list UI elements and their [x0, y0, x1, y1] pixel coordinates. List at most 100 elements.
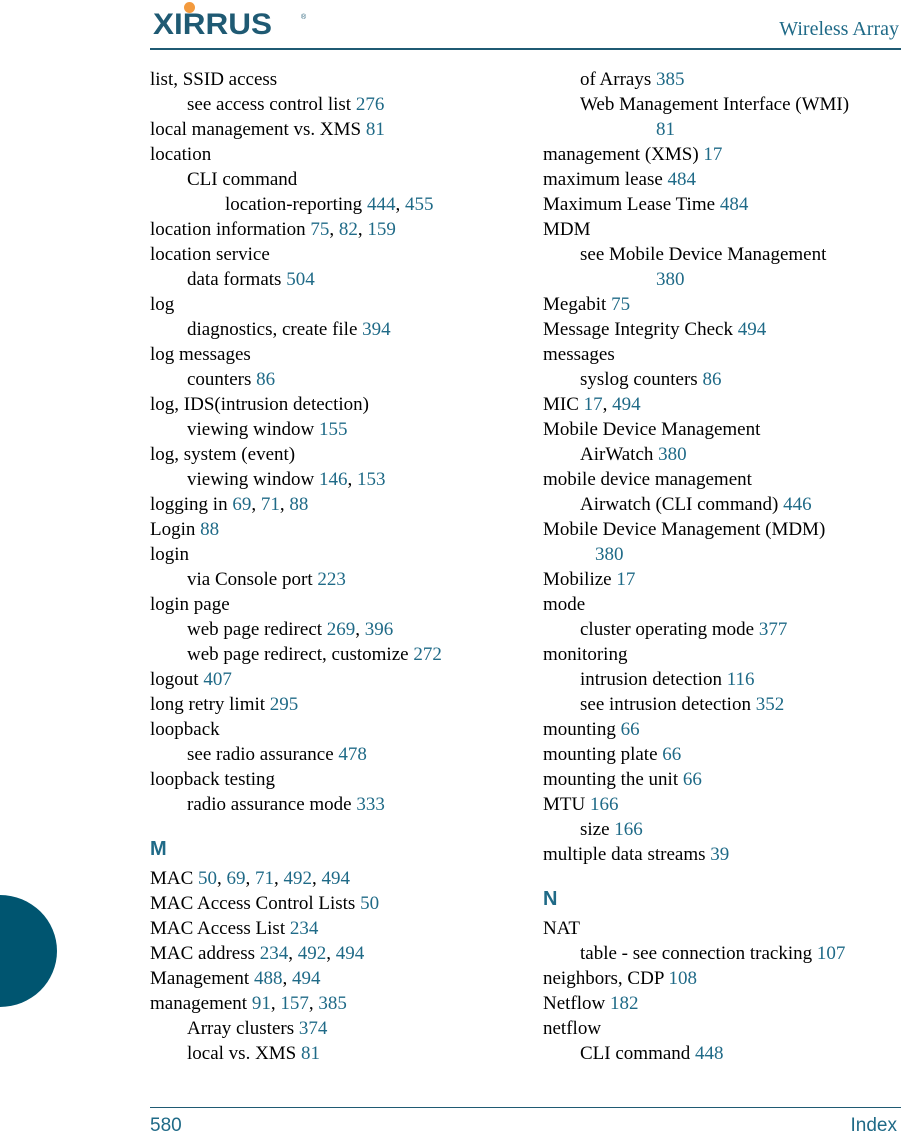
index-term: Mobile Device Management — [543, 419, 761, 440]
index-term: location-reporting — [225, 194, 363, 215]
page-reference-link[interactable]: 478 — [338, 744, 367, 765]
page-reference-link[interactable]: 39 — [710, 844, 729, 865]
page-reference-link[interactable]: 157 — [280, 993, 309, 1014]
page-reference-link[interactable]: 484 — [668, 169, 697, 190]
page-reference-link[interactable]: 17 — [616, 569, 635, 590]
page-reference-link[interactable]: 155 — [319, 419, 348, 440]
page-reference-link[interactable]: 380 — [595, 544, 624, 565]
page-reference-link[interactable]: 223 — [317, 569, 346, 590]
page-reference-link[interactable]: 492 — [298, 943, 327, 964]
page-reference-link[interactable]: 66 — [683, 769, 702, 790]
index-entry: mode — [543, 592, 900, 617]
page-reference-link[interactable]: 448 — [695, 1043, 724, 1064]
page-reference-link[interactable]: 446 — [783, 494, 812, 515]
logo-registered-mark: ® — [301, 14, 307, 21]
index-entry: MTU 166 — [543, 792, 900, 817]
index-term: local management vs. XMS — [150, 119, 362, 140]
index-entry: log, system (event) — [150, 442, 510, 467]
index-entry: see access control list 276 — [150, 92, 510, 117]
page-reference-link[interactable]: 377 — [759, 619, 788, 640]
index-entry: log — [150, 292, 510, 317]
page-reference-link[interactable]: 182 — [610, 993, 639, 1014]
page-reference-link[interactable]: 380 — [658, 444, 687, 465]
page-reference-link[interactable]: 394 — [362, 319, 391, 340]
index-term: login — [150, 544, 190, 565]
index-term: location information — [150, 219, 306, 240]
page-reference-link[interactable]: 50 — [198, 868, 217, 889]
page-reference-link[interactable]: 380 — [656, 269, 685, 290]
page-reference-link[interactable]: 407 — [203, 669, 232, 690]
page-reference-link[interactable]: 494 — [336, 943, 365, 964]
page-reference-link[interactable]: 69 — [227, 868, 246, 889]
index-entry: AirWatch 380 — [543, 442, 900, 467]
index-term: location — [150, 144, 212, 165]
page-reference-link[interactable]: 17 — [703, 144, 722, 165]
index-term: netflow — [543, 1018, 602, 1039]
page-reference-link[interactable]: 50 — [360, 893, 379, 914]
page-reference-link[interactable]: 494 — [292, 968, 321, 989]
page-reference-link[interactable]: 269 — [327, 619, 356, 640]
page-reference-link[interactable]: 295 — [270, 694, 299, 715]
page-reference-link[interactable]: 492 — [284, 868, 313, 889]
page-reference-link[interactable]: 455 — [405, 194, 434, 215]
page-reference-link[interactable]: 75 — [310, 219, 329, 240]
index-term: location service — [150, 244, 270, 265]
page-reference-link[interactable]: 385 — [656, 69, 685, 90]
page-reference-link[interactable]: 385 — [318, 993, 347, 1014]
index-entry: Array clusters 374 — [150, 1016, 510, 1041]
page-reference-link[interactable]: 153 — [357, 469, 386, 490]
page-reference-link[interactable]: 159 — [367, 219, 396, 240]
page-reference-link[interactable]: 234 — [290, 918, 319, 939]
page-reference-link[interactable]: 81 — [656, 119, 675, 140]
page-reference-link[interactable]: 494 — [612, 394, 641, 415]
page-reference-link[interactable]: 71 — [255, 868, 274, 889]
page-reference-link[interactable]: 71 — [261, 494, 280, 515]
page-reference-link[interactable]: 81 — [301, 1043, 320, 1064]
page-reference-link[interactable]: 116 — [727, 669, 755, 690]
page-reference-link[interactable]: 504 — [286, 269, 315, 290]
page-reference-link[interactable]: 88 — [289, 494, 308, 515]
page-reference-link[interactable]: 166 — [590, 794, 619, 815]
page-reference-link[interactable]: 484 — [720, 194, 749, 215]
page-reference-link[interactable]: 81 — [366, 119, 385, 140]
page-reference-link[interactable]: 333 — [356, 794, 385, 815]
index-entry: MDM — [543, 217, 900, 242]
page-reference-link[interactable]: 494 — [322, 868, 351, 889]
page-reference-link[interactable]: 166 — [614, 819, 643, 840]
page-reference-link[interactable]: 374 — [299, 1018, 328, 1039]
page-reference-link[interactable]: 69 — [232, 494, 251, 515]
page-reference-link[interactable]: 272 — [413, 644, 442, 665]
page-reference-link[interactable]: 82 — [339, 219, 358, 240]
page-reference-link[interactable]: 17 — [584, 394, 603, 415]
page-reference-link[interactable]: 75 — [611, 294, 630, 315]
index-term: loopback — [150, 719, 220, 740]
page-reference-link[interactable]: 494 — [738, 319, 767, 340]
page-reference-link[interactable]: 234 — [260, 943, 289, 964]
page-reference-link[interactable]: 488 — [254, 968, 283, 989]
index-entry: Maximum Lease Time 484 — [543, 192, 900, 217]
page-reference-link[interactable]: 86 — [256, 369, 275, 390]
index-entry: mounting the unit 66 — [543, 767, 900, 792]
page-reference-link[interactable]: 276 — [356, 94, 385, 115]
page-reference-link[interactable]: 86 — [702, 369, 721, 390]
page-reference-link[interactable]: 66 — [621, 719, 640, 740]
page-reference-link[interactable]: 444 — [367, 194, 396, 215]
index-term: diagnostics, create file — [187, 319, 358, 340]
index-entry: see Mobile Device Management 380 — [543, 242, 900, 292]
index-entry: local management vs. XMS 81 — [150, 117, 510, 142]
index-entry: local vs. XMS 81 — [150, 1041, 510, 1066]
page-reference-link[interactable]: 107 — [817, 943, 846, 964]
page-reference-link[interactable]: 352 — [756, 694, 785, 715]
index-term: messages — [543, 344, 615, 365]
page-reference-link[interactable]: 108 — [668, 968, 697, 989]
page-reference-link[interactable]: 66 — [662, 744, 681, 765]
index-term: MAC — [150, 868, 194, 889]
page-reference-link[interactable]: 88 — [200, 519, 219, 540]
page-reference-link[interactable]: 91 — [252, 993, 271, 1014]
index-entry: location information 75, 82, 159 — [150, 219, 396, 240]
section-name: Index — [850, 1115, 897, 1136]
index-term: see radio assurance — [187, 744, 334, 765]
page-reference-link[interactable]: 146 — [319, 469, 348, 490]
page-reference-link[interactable]: 396 — [365, 619, 394, 640]
index-entry: management (XMS) 17 — [543, 142, 900, 167]
